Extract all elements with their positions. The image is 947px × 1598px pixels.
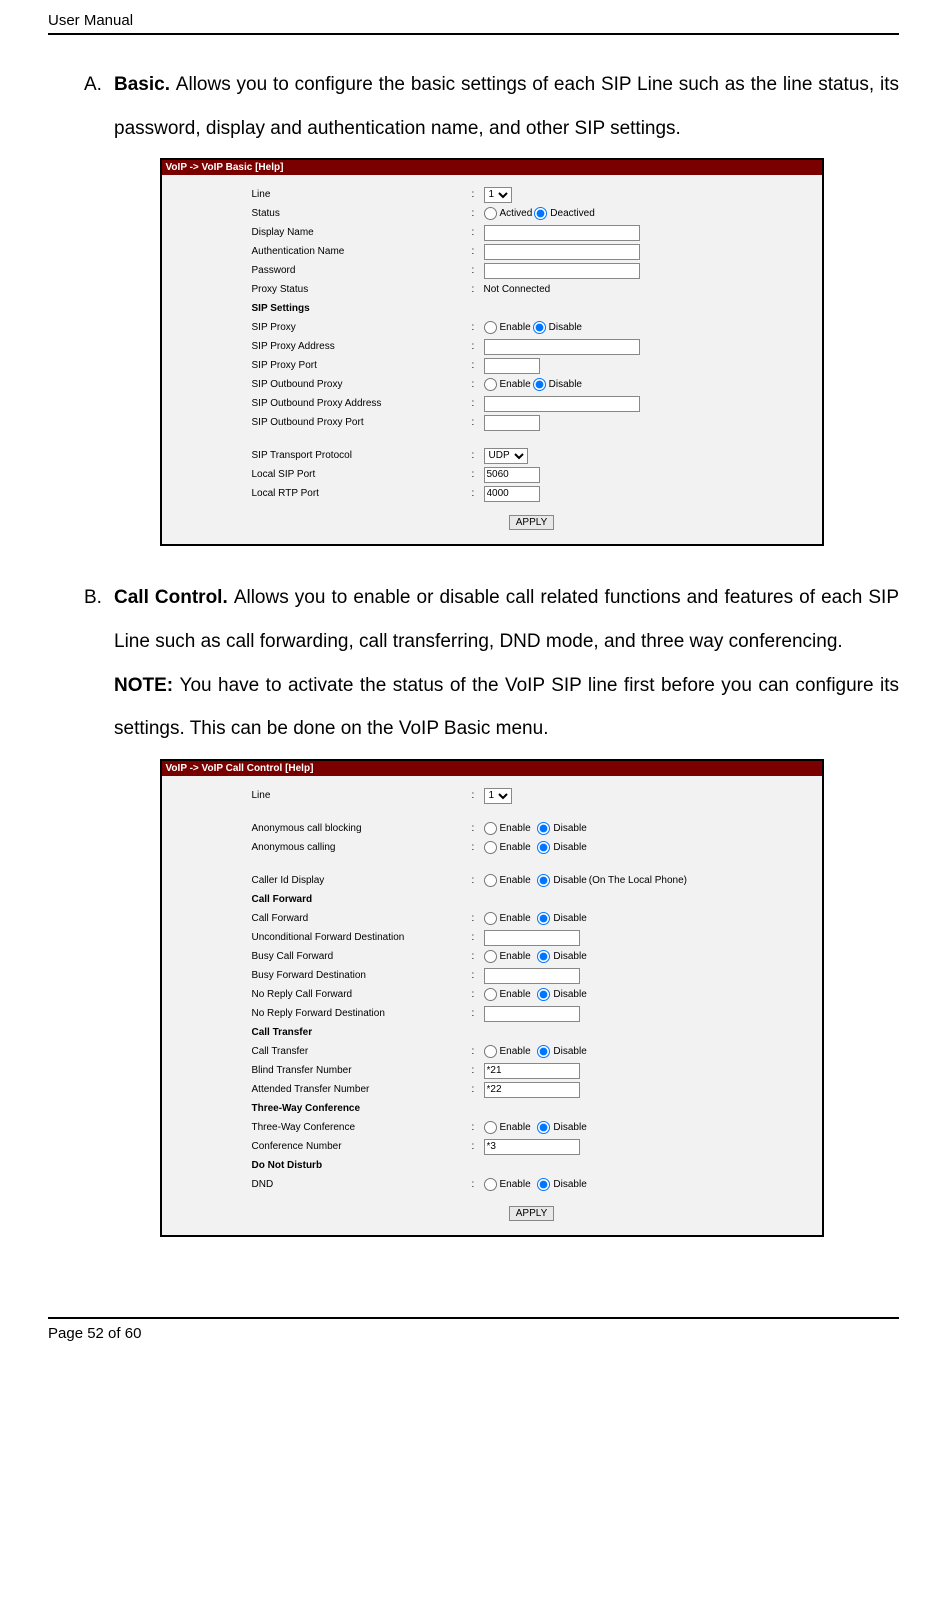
label-busy-dest: Busy Forward Destination bbox=[252, 970, 472, 981]
label-uncond-dest: Unconditional Forward Destination bbox=[252, 932, 472, 943]
label-display-name: Display Name bbox=[252, 227, 472, 238]
label-local-rtp-port: Local RTP Port bbox=[252, 488, 472, 499]
sip-proxy-disable-radio[interactable] bbox=[533, 321, 546, 334]
label-busy-fwd: Busy Call Forward bbox=[252, 951, 472, 962]
apply-button[interactable]: APPLY bbox=[509, 515, 555, 530]
anon-block-enable-radio[interactable] bbox=[484, 822, 497, 835]
proxy-status-value: Not Connected bbox=[484, 284, 812, 295]
label-line: Line bbox=[252, 189, 472, 200]
dnd-enable-radio[interactable] bbox=[484, 1178, 497, 1191]
section-a-text: Basic. Allows you to configure the basic… bbox=[114, 63, 899, 150]
voip-call-control-panel: VoIP -> VoIP Call Control [Help] Line : … bbox=[160, 759, 824, 1237]
voip-basic-title: VoIP -> VoIP Basic [Help] bbox=[162, 160, 822, 175]
sip-out-disable-radio[interactable] bbox=[533, 378, 546, 391]
att-num-input[interactable] bbox=[484, 1082, 580, 1098]
callfwd-disable-radio[interactable] bbox=[537, 912, 550, 925]
label-sip-proxy-addr: SIP Proxy Address bbox=[252, 341, 472, 352]
voip-basic-panel: VoIP -> VoIP Basic [Help] Line : 1 Statu… bbox=[160, 158, 824, 546]
apply-button[interactable]: APPLY bbox=[509, 1206, 555, 1221]
section-b-text: Call Control. Allows you to enable or di… bbox=[114, 576, 899, 751]
sip-out-addr-input[interactable] bbox=[484, 396, 640, 412]
label-anon-block: Anonymous call blocking bbox=[252, 823, 472, 834]
line-select[interactable]: 1 bbox=[484, 187, 512, 203]
line-select[interactable]: 1 bbox=[484, 788, 512, 804]
status-actived-label: Actived bbox=[500, 208, 533, 219]
label-line: Line bbox=[252, 790, 472, 801]
three-way-heading: Three-Way Conference bbox=[252, 1103, 472, 1114]
label-sip-proxy: SIP Proxy bbox=[252, 322, 472, 333]
sip-settings-heading: SIP Settings bbox=[252, 303, 472, 314]
label-status: Status bbox=[252, 208, 472, 219]
help-link[interactable]: [Help] bbox=[285, 763, 313, 774]
label-sip-proxy-port: SIP Proxy Port bbox=[252, 360, 472, 371]
uncond-dest-input[interactable] bbox=[484, 930, 580, 946]
sip-proxy-addr-input[interactable] bbox=[484, 339, 640, 355]
calltrans-disable-radio[interactable] bbox=[537, 1045, 550, 1058]
sip-transport-select[interactable]: UDP bbox=[484, 448, 528, 464]
list-marker-b: B. bbox=[84, 576, 114, 751]
threeway-disable-radio[interactable] bbox=[537, 1121, 550, 1134]
status-deactived-label: Deactived bbox=[550, 208, 594, 219]
sip-out-enable-radio[interactable] bbox=[484, 378, 497, 391]
status-deactived-radio[interactable] bbox=[534, 207, 547, 220]
page-header: User Manual bbox=[48, 12, 899, 33]
anon-block-disable-radio[interactable] bbox=[537, 822, 550, 835]
call-transfer-heading: Call Transfer bbox=[252, 1027, 472, 1038]
local-phone-note: (On The Local Phone) bbox=[589, 875, 687, 886]
label-local-sip-port: Local SIP Port bbox=[252, 469, 472, 480]
label-blind-num: Blind Transfer Number bbox=[252, 1065, 472, 1076]
label-sip-out-proxy: SIP Outbound Proxy bbox=[252, 379, 472, 390]
label-three-way: Three-Way Conference bbox=[252, 1122, 472, 1133]
header-rule bbox=[48, 33, 899, 35]
blind-num-input[interactable] bbox=[484, 1063, 580, 1079]
sip-proxy-enable-radio[interactable] bbox=[484, 321, 497, 334]
calltrans-enable-radio[interactable] bbox=[484, 1045, 497, 1058]
label-sip-out-port: SIP Outbound Proxy Port bbox=[252, 417, 472, 428]
label-password: Password bbox=[252, 265, 472, 276]
footer-rule bbox=[48, 1317, 899, 1319]
busyfwd-enable-radio[interactable] bbox=[484, 950, 497, 963]
local-rtp-port-input[interactable] bbox=[484, 486, 540, 502]
noreply-dest-input[interactable] bbox=[484, 1006, 580, 1022]
voip-call-control-title: VoIP -> VoIP Call Control [Help] bbox=[162, 761, 822, 776]
call-forward-heading: Call Forward bbox=[252, 894, 472, 905]
dnd-heading: Do Not Disturb bbox=[252, 1160, 472, 1171]
noreply-disable-radio[interactable] bbox=[537, 988, 550, 1001]
label-att-num: Attended Transfer Number bbox=[252, 1084, 472, 1095]
label-noreply-dest: No Reply Forward Destination bbox=[252, 1008, 472, 1019]
label-sip-transport: SIP Transport Protocol bbox=[252, 450, 472, 461]
display-name-input[interactable] bbox=[484, 225, 640, 241]
callerid-disable-radio[interactable] bbox=[537, 874, 550, 887]
label-anon-call: Anonymous calling bbox=[252, 842, 472, 853]
busy-dest-input[interactable] bbox=[484, 968, 580, 984]
label-auth-name: Authentication Name bbox=[252, 246, 472, 257]
auth-name-input[interactable] bbox=[484, 244, 640, 260]
dnd-disable-radio[interactable] bbox=[537, 1178, 550, 1191]
status-actived-radio[interactable] bbox=[484, 207, 497, 220]
label-noreply-fwd: No Reply Call Forward bbox=[252, 989, 472, 1000]
sip-proxy-port-input[interactable] bbox=[484, 358, 540, 374]
help-link[interactable]: [Help] bbox=[255, 162, 283, 173]
password-input[interactable] bbox=[484, 263, 640, 279]
label-dnd: DND bbox=[252, 1179, 472, 1190]
local-sip-port-input[interactable] bbox=[484, 467, 540, 483]
label-caller-id: Caller Id Display bbox=[252, 875, 472, 886]
threeway-enable-radio[interactable] bbox=[484, 1121, 497, 1134]
label-proxy-status: Proxy Status bbox=[252, 284, 472, 295]
page-footer: Page 52 of 60 bbox=[48, 1325, 899, 1342]
noreply-enable-radio[interactable] bbox=[484, 988, 497, 1001]
list-marker-a: A. bbox=[84, 63, 114, 150]
callerid-enable-radio[interactable] bbox=[484, 874, 497, 887]
sip-out-port-input[interactable] bbox=[484, 415, 540, 431]
label-call-transfer: Call Transfer bbox=[252, 1046, 472, 1057]
conf-num-input[interactable] bbox=[484, 1139, 580, 1155]
anon-call-enable-radio[interactable] bbox=[484, 841, 497, 854]
anon-call-disable-radio[interactable] bbox=[537, 841, 550, 854]
label-call-forward: Call Forward bbox=[252, 913, 472, 924]
callfwd-enable-radio[interactable] bbox=[484, 912, 497, 925]
label-sip-out-addr: SIP Outbound Proxy Address bbox=[252, 398, 472, 409]
label-conf-num: Conference Number bbox=[252, 1141, 472, 1152]
busyfwd-disable-radio[interactable] bbox=[537, 950, 550, 963]
